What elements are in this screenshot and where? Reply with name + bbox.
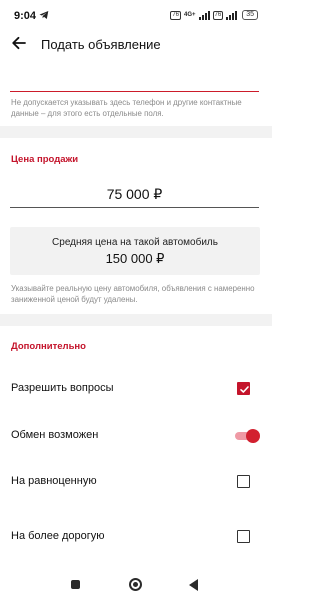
description-underline <box>10 91 259 92</box>
option-label: На более дорогую <box>11 530 105 542</box>
network-type: 4G+ <box>184 12 196 18</box>
option-label: На равноценную <box>11 475 97 487</box>
signal-icon <box>198 10 210 20</box>
description-hint: Не допускается указывать здесь телефон и… <box>11 98 242 118</box>
status-bar: 9:04 76 4G+ 76 35 <box>0 0 272 30</box>
system-nav-bar <box>0 568 272 604</box>
signal-icon-2 <box>226 10 238 20</box>
status-badge-2: 76 <box>212 10 224 20</box>
exchange-toggle[interactable] <box>235 429 260 443</box>
price-section-title: Цена продажи <box>11 154 79 165</box>
allow-questions-checkbox[interactable] <box>237 382 250 395</box>
section-divider <box>0 314 272 326</box>
status-time: 9:04 <box>14 10 37 22</box>
battery-icon: 35 <box>242 10 258 20</box>
toggle-thumb <box>246 429 260 443</box>
option-more-expensive[interactable]: На более дорогую <box>0 523 272 551</box>
description-input[interactable] <box>10 62 259 90</box>
average-price-label: Средняя цена на такой автомобиль <box>52 237 218 248</box>
option-exchange-possible[interactable]: Обмен возможен <box>0 422 272 450</box>
triangle-back-icon[interactable] <box>189 579 198 591</box>
price-underline <box>10 207 259 208</box>
page-title: Подать объявление <box>41 37 161 52</box>
section-divider <box>0 126 272 138</box>
average-price-value: 150 000 ₽ <box>105 251 165 266</box>
equal-value-checkbox[interactable] <box>237 475 250 488</box>
top-app-bar: Подать объявление <box>0 30 272 58</box>
status-icons: 76 4G+ 76 35 <box>170 10 258 20</box>
option-label: Разрешить вопросы <box>11 382 114 394</box>
status-badge-1: 76 <box>170 10 181 20</box>
price-hint: Указывайте реальную цену автомобиля, объ… <box>11 284 255 304</box>
option-allow-questions[interactable]: Разрешить вопросы <box>0 375 272 403</box>
option-label: Обмен возможен <box>11 429 99 441</box>
extra-section-title: Дополнительно <box>11 341 86 352</box>
telegram-icon <box>39 11 49 19</box>
average-price-box: Средняя цена на такой автомобиль 150 000… <box>10 227 260 275</box>
price-input[interactable]: 75 000 ₽ <box>10 186 259 203</box>
option-equal-value[interactable]: На равноценную <box>0 468 272 496</box>
arrow-left-icon[interactable] <box>10 34 28 52</box>
check-icon <box>239 385 249 393</box>
more-expensive-checkbox[interactable] <box>237 530 250 543</box>
square-recent-icon[interactable] <box>71 580 80 589</box>
home-circle-icon[interactable] <box>129 578 142 591</box>
